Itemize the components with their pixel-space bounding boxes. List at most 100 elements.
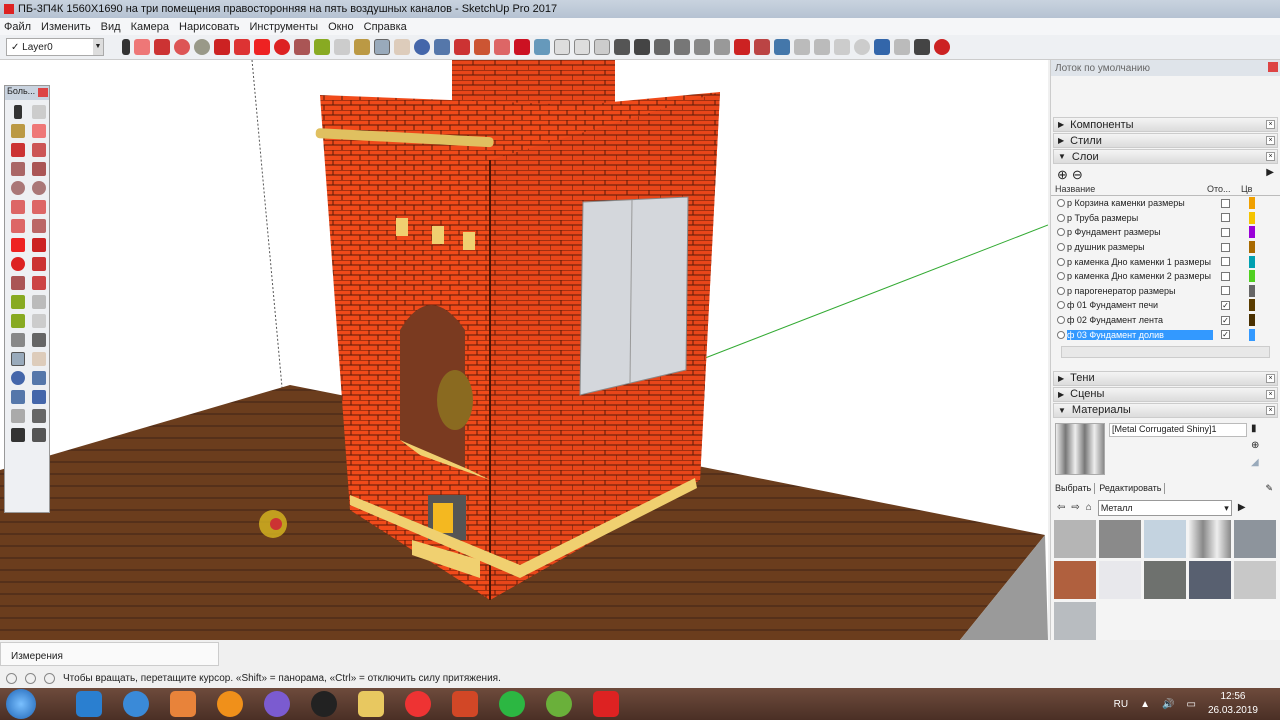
eraser-tool-icon[interactable] <box>134 39 150 55</box>
layer-color-swatch[interactable] <box>1249 284 1255 297</box>
volume-icon[interactable]: 🔊 <box>1162 699 1174 710</box>
file-explorer-icon[interactable] <box>358 691 384 717</box>
panel-styles[interactable]: ▶ Стили × <box>1053 133 1278 148</box>
menu-camera[interactable]: Камера <box>131 21 169 33</box>
powerpoint-icon[interactable] <box>452 691 478 717</box>
zoom-icon[interactable] <box>10 371 25 385</box>
geo-location-icon[interactable] <box>6 672 17 684</box>
style-shaded-icon[interactable] <box>614 39 630 55</box>
followme-icon[interactable] <box>31 257 46 271</box>
col-visible[interactable]: Ото... <box>1207 184 1241 194</box>
section-fill-icon[interactable] <box>714 39 730 55</box>
home-icon[interactable]: ⌂ <box>1086 502 1092 513</box>
user-icon[interactable] <box>44 672 55 684</box>
layer-row[interactable]: р каменка Дно каменки 1 размеры <box>1051 254 1280 269</box>
active-layer-radio[interactable] <box>1057 213 1065 222</box>
panel-scenes[interactable]: ▶ Сцены × <box>1053 386 1278 402</box>
menu-draw[interactable]: Нарисовать <box>179 21 239 33</box>
layer-row[interactable]: р каменка Дно каменки 2 размеры <box>1051 269 1280 284</box>
polygon-icon[interactable] <box>31 181 46 195</box>
walk-icon[interactable] <box>10 428 25 442</box>
settings-app-icon[interactable] <box>217 691 243 717</box>
model-info-icon[interactable] <box>934 39 950 55</box>
paint-icon[interactable] <box>10 124 25 138</box>
section-icon[interactable] <box>674 39 690 55</box>
tab-select[interactable]: Выбрать <box>1055 482 1096 494</box>
layer-name[interactable]: р каменка Дно каменки 2 размеры <box>1067 271 1213 281</box>
follow-me-icon[interactable] <box>234 39 250 55</box>
active-layer-radio[interactable] <box>1057 243 1065 252</box>
close-icon[interactable] <box>38 88 48 97</box>
active-layer-radio[interactable] <box>1057 228 1065 237</box>
sketchup-taskbar-icon[interactable] <box>593 691 619 717</box>
view-iso-icon[interactable] <box>534 39 550 55</box>
default-material-icon[interactable]: ▮ <box>1251 423 1259 434</box>
visible-checkbox[interactable]: ✓ <box>1221 315 1230 325</box>
active-layer-radio[interactable] <box>1057 257 1065 266</box>
previous-view-icon[interactable] <box>31 390 46 404</box>
layer-row[interactable]: р душник размеры <box>1051 240 1280 255</box>
rotate-icon[interactable] <box>274 39 290 55</box>
arc-tool-icon[interactable] <box>174 39 190 55</box>
panel-materials[interactable]: ▼ Материалы × <box>1053 402 1278 418</box>
layer-row[interactable]: ф 03 Фундамент долив ✓ <box>1051 327 1280 342</box>
material-swatch[interactable] <box>1144 519 1186 558</box>
visible-checkbox[interactable] <box>1221 271 1230 281</box>
material-swatch[interactable] <box>1054 601 1096 640</box>
style-mono-icon[interactable] <box>654 39 670 55</box>
measurements-box[interactable]: Измерения <box>0 642 219 666</box>
select-tool-icon[interactable] <box>122 39 130 55</box>
visible-checkbox[interactable] <box>1221 286 1230 296</box>
delete-icon[interactable] <box>854 39 870 55</box>
import-icon[interactable] <box>754 39 770 55</box>
view-right-icon[interactable] <box>594 39 610 55</box>
layer-name[interactable]: р душник размеры <box>1067 242 1213 252</box>
warehouse-icon[interactable] <box>454 39 470 55</box>
move-icon[interactable] <box>254 39 270 55</box>
close-icon[interactable]: × <box>1266 120 1275 129</box>
layer-select[interactable]: ✓ Layer0 ▼ <box>6 38 104 56</box>
layer-name[interactable]: ф 02 Фундамент лента <box>1067 315 1213 325</box>
col-name[interactable]: Название <box>1055 184 1207 194</box>
active-layer-radio[interactable] <box>1057 199 1065 208</box>
layer-name[interactable]: р каменка Дно каменки 1 размеры <box>1067 257 1213 267</box>
dimension-icon[interactable] <box>31 295 46 309</box>
start-button[interactable] <box>6 689 36 719</box>
tape-icon[interactable] <box>10 295 25 309</box>
material-swatch[interactable] <box>1144 560 1186 599</box>
credits-icon[interactable] <box>25 672 36 684</box>
paint-bucket-icon[interactable] <box>354 39 370 55</box>
menu-file[interactable]: Файл <box>4 21 31 33</box>
orbit-icon[interactable] <box>10 352 25 366</box>
close-icon[interactable]: × <box>1266 152 1275 161</box>
material-swatch[interactable] <box>1234 519 1276 558</box>
menu-tools[interactable]: Инструменты <box>249 21 318 33</box>
network-icon[interactable]: ▭ <box>1186 699 1195 710</box>
material-swatch[interactable] <box>1189 560 1231 599</box>
paint-material-icon[interactable]: ◢ <box>1251 457 1259 468</box>
extension-icon[interactable] <box>514 39 530 55</box>
visible-checkbox[interactable] <box>1221 257 1230 267</box>
copy-icon[interactable] <box>814 39 830 55</box>
paste-icon[interactable] <box>834 39 850 55</box>
layer-color-swatch[interactable] <box>1249 226 1255 239</box>
style-textured-icon[interactable] <box>634 39 650 55</box>
menu-view[interactable]: Вид <box>101 21 121 33</box>
rotated-rect-icon[interactable] <box>31 162 46 176</box>
layer-name[interactable]: ф 01 Фундамент печи <box>1067 300 1213 310</box>
layer-color-swatch[interactable] <box>1249 314 1255 327</box>
panel-layers[interactable]: ▼ Слои × <box>1053 149 1278 164</box>
layer-color-swatch[interactable] <box>1249 211 1255 224</box>
text-icon[interactable] <box>334 39 350 55</box>
position-camera-icon[interactable] <box>10 409 25 423</box>
rectangle-icon[interactable] <box>10 162 25 176</box>
active-layer-radio[interactable] <box>1057 316 1065 325</box>
tab-edit[interactable]: Редактировать <box>1099 482 1166 494</box>
zoom-icon[interactable] <box>414 39 430 55</box>
close-icon[interactable]: × <box>1266 389 1275 399</box>
visible-checkbox[interactable] <box>1221 227 1230 237</box>
component-icon[interactable] <box>31 105 46 119</box>
layer-color-swatch[interactable] <box>1249 299 1255 312</box>
layer-name[interactable]: р парогенератор размеры <box>1067 286 1213 296</box>
show-hidden-icons[interactable]: ▲ <box>1140 699 1150 710</box>
